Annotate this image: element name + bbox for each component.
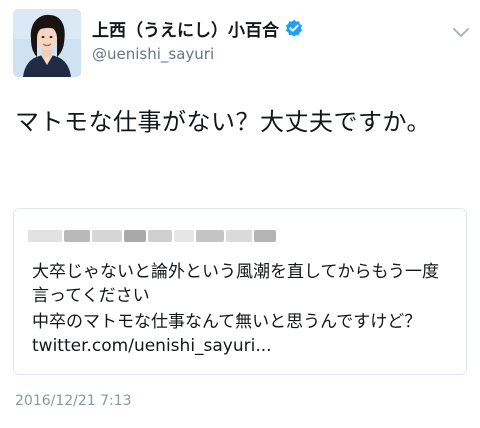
author-display-name[interactable]: 上西（うえにし）小百合 — [92, 16, 279, 41]
obscured-text-block — [196, 230, 224, 242]
quoted-tweet-card[interactable]: 大卒じゃないと論外という風潮を直してからもう一度言ってください 中卒のマトモな仕… — [13, 208, 467, 375]
obscured-text-block — [254, 230, 276, 242]
tweet-text: マトモな仕事がない？大丈夫ですか。 — [15, 108, 432, 136]
tweet-timestamp[interactable]: 2016/12/21 7:13 — [15, 393, 132, 409]
quoted-tweet-line: 大卒じゃないと論外という風潮を直してからもう一度言ってください — [32, 262, 439, 306]
obscured-text-block — [148, 230, 172, 242]
quoted-tweet-line: 中卒のマトモな仕事なんて無いと思うんですけど？ twitter.com/ueni… — [32, 312, 422, 356]
quoted-tweet-author-obscured — [28, 227, 298, 245]
obscured-text-block — [226, 230, 252, 242]
author-name-row[interactable]: 上西（うえにし）小百合 — [92, 16, 303, 41]
obscured-text-block — [124, 230, 146, 242]
obscured-text-block — [92, 230, 122, 242]
obscured-text-block — [174, 230, 194, 242]
quoted-tweet-text: 大卒じゃないと論外という風潮を直してからもう一度言ってください 中卒のマトモな仕… — [32, 260, 452, 358]
verified-badge-icon — [285, 19, 303, 37]
profile-photo-icon — [13, 9, 81, 77]
author-handle[interactable]: @uenishi_sayuri — [92, 45, 214, 63]
obscured-text-block — [64, 230, 90, 242]
author-avatar[interactable] — [13, 9, 81, 77]
obscured-text-block — [28, 230, 62, 242]
chevron-down-icon[interactable] — [452, 24, 470, 37]
